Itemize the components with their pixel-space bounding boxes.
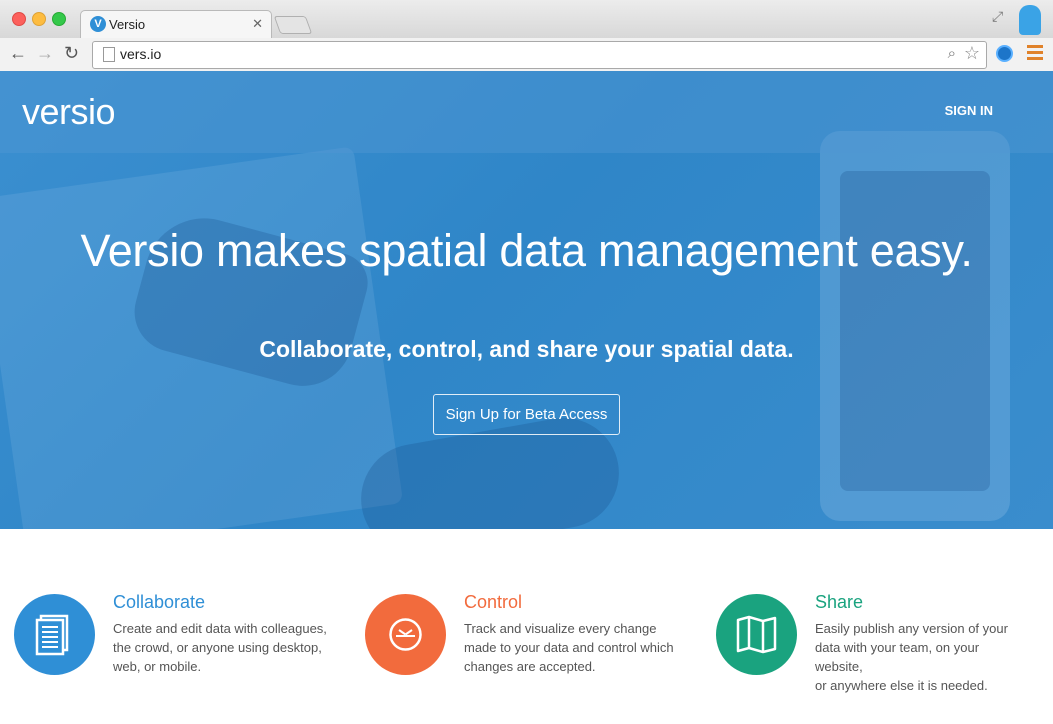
tab-close-icon[interactable]: ✕	[252, 16, 263, 32]
extension-icon[interactable]	[996, 45, 1013, 62]
hero-subheadline: Collaborate, control, and share your spa…	[259, 336, 794, 362]
feature-text-share: Easily publish any version of your data …	[815, 619, 1030, 695]
browser-toolbar: ← → ↻ vers.io ⌕ ☆	[0, 38, 1053, 72]
feature-text-line: Track and visualize every change	[464, 621, 657, 636]
hero-section: versio SIGN IN Versio makes spatial data…	[0, 71, 1053, 529]
new-tab-button[interactable]	[273, 16, 313, 34]
feature-text-line: made to your data and control which	[464, 640, 674, 655]
site-logo[interactable]: versio	[22, 91, 116, 133]
fullscreen-icon[interactable]: ⤢	[992, 8, 1003, 25]
hero-headline: Versio makes spatial data management eas…	[80, 225, 973, 276]
feature-title-share: Share	[815, 592, 864, 612]
feature-text-line: web, or mobile.	[113, 659, 202, 674]
feature-title-collaborate: Collaborate	[113, 592, 206, 612]
feature-text-line: the crowd, or anyone using desktop,	[113, 640, 322, 655]
feature-title-control: Control	[464, 592, 523, 612]
feature-text-line: or anywhere else it is needed.	[815, 678, 988, 693]
search-icon[interactable]: ⌕	[948, 45, 956, 62]
page-icon	[103, 47, 115, 62]
tab-title: Versio	[109, 17, 146, 32]
feature-text-collaborate: Create and edit data with colleagues, th…	[113, 619, 328, 676]
feature-text-line: Create and edit data with colleagues,	[113, 621, 327, 636]
feature-text-line: Easily publish any version of your	[815, 621, 1008, 636]
zoom-window-button[interactable]	[52, 12, 66, 26]
bookmark-star-icon[interactable]: ☆	[964, 43, 980, 64]
document-icon	[14, 594, 95, 675]
profile-avatar-icon[interactable]	[1019, 5, 1041, 35]
close-window-button[interactable]	[12, 12, 26, 26]
back-arrow-icon[interactable]: ←	[9, 43, 27, 64]
clock-icon	[365, 594, 446, 675]
features-section: Collaborate Create and edit data with co…	[0, 529, 1053, 724]
feature-text-line: data with your team, on your website,	[815, 640, 980, 674]
menu-icon[interactable]	[1027, 45, 1043, 63]
site-header: versio SIGN IN	[0, 71, 1053, 153]
forward-arrow-icon[interactable]: →	[36, 43, 54, 64]
tablet-screen-graphic	[840, 171, 990, 491]
window-titlebar: V Versio ✕ ⤢	[0, 0, 1053, 40]
reload-icon[interactable]: ↻	[64, 43, 79, 64]
browser-tab[interactable]: V Versio ✕	[80, 10, 272, 40]
feature-text-line: changes are accepted.	[464, 659, 596, 674]
beta-signup-button[interactable]: Sign Up for Beta Access	[433, 394, 620, 435]
address-bar[interactable]: vers.io ⌕ ☆	[92, 41, 987, 69]
sign-in-link[interactable]: SIGN IN	[945, 103, 993, 118]
versio-favicon-icon: V	[90, 16, 106, 32]
feature-text-control: Track and visualize every change made to…	[464, 619, 679, 676]
url-text: vers.io	[120, 46, 162, 62]
minimize-window-button[interactable]	[32, 12, 46, 26]
map-icon	[716, 594, 797, 675]
